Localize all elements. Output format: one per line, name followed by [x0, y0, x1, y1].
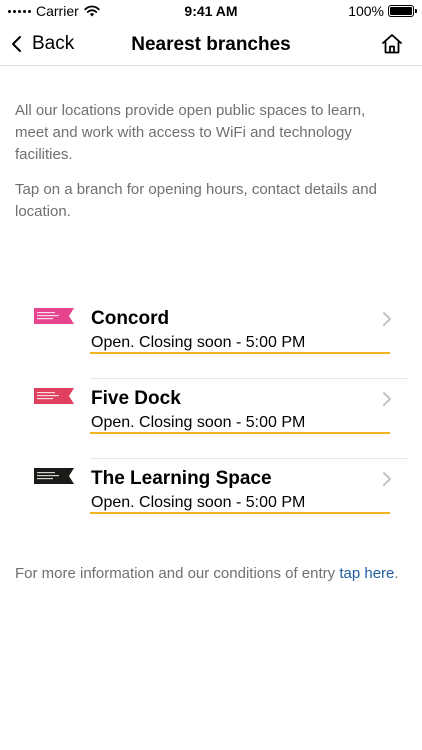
status-underline: [90, 512, 390, 514]
intro-text: All our locations provide open public sp…: [15, 100, 400, 223]
branch-name: Concord: [91, 308, 170, 329]
status-right: 100%: [348, 3, 417, 19]
status-underline: [90, 352, 390, 354]
chevron-right-icon: [383, 392, 391, 406]
footer-note: For more information and our conditions …: [15, 563, 400, 585]
branch-status: Open. Closing soon - 5:00 PM: [91, 494, 306, 511]
status-underline: [90, 432, 390, 434]
branch-name: Five Dock: [91, 388, 181, 409]
branch-list: Concord Open. Closing soon - 5:00 PM Fiv…: [0, 298, 422, 538]
intro-paragraph-1: All our locations provide open public sp…: [15, 102, 366, 163]
navigation-bar: Back Nearest branches: [0, 24, 422, 66]
intro-paragraph-2: Tap on a branch for opening hours, conta…: [15, 181, 377, 220]
page-title: Nearest branches: [131, 34, 291, 55]
home-icon[interactable]: [380, 32, 404, 56]
battery-icon: [388, 5, 417, 17]
branch-name: The Learning Space: [91, 468, 272, 489]
battery-fill: [390, 7, 412, 15]
branch-status: Open. Closing soon - 5:00 PM: [91, 334, 306, 351]
footer-text: For more information and our conditions …: [15, 565, 340, 582]
battery-percent: 100%: [348, 3, 384, 19]
branch-logo-icon: [34, 468, 74, 484]
chevron-right-icon: [383, 312, 391, 326]
chevron-right-icon: [383, 472, 391, 486]
branch-logo-icon: [34, 308, 74, 324]
tap-here-link[interactable]: tap here: [339, 565, 394, 582]
branch-logo-icon: [34, 388, 74, 404]
status-bar: Carrier 9:41 AM 100%: [0, 0, 422, 24]
footer-end: .: [394, 565, 399, 582]
branch-row-concord[interactable]: Concord Open. Closing soon - 5:00 PM: [0, 298, 422, 378]
branch-row-the-learning-space[interactable]: The Learning Space Open. Closing soon - …: [0, 458, 422, 538]
branch-row-five-dock[interactable]: Five Dock Open. Closing soon - 5:00 PM: [0, 378, 422, 458]
branch-status: Open. Closing soon - 5:00 PM: [91, 414, 306, 431]
